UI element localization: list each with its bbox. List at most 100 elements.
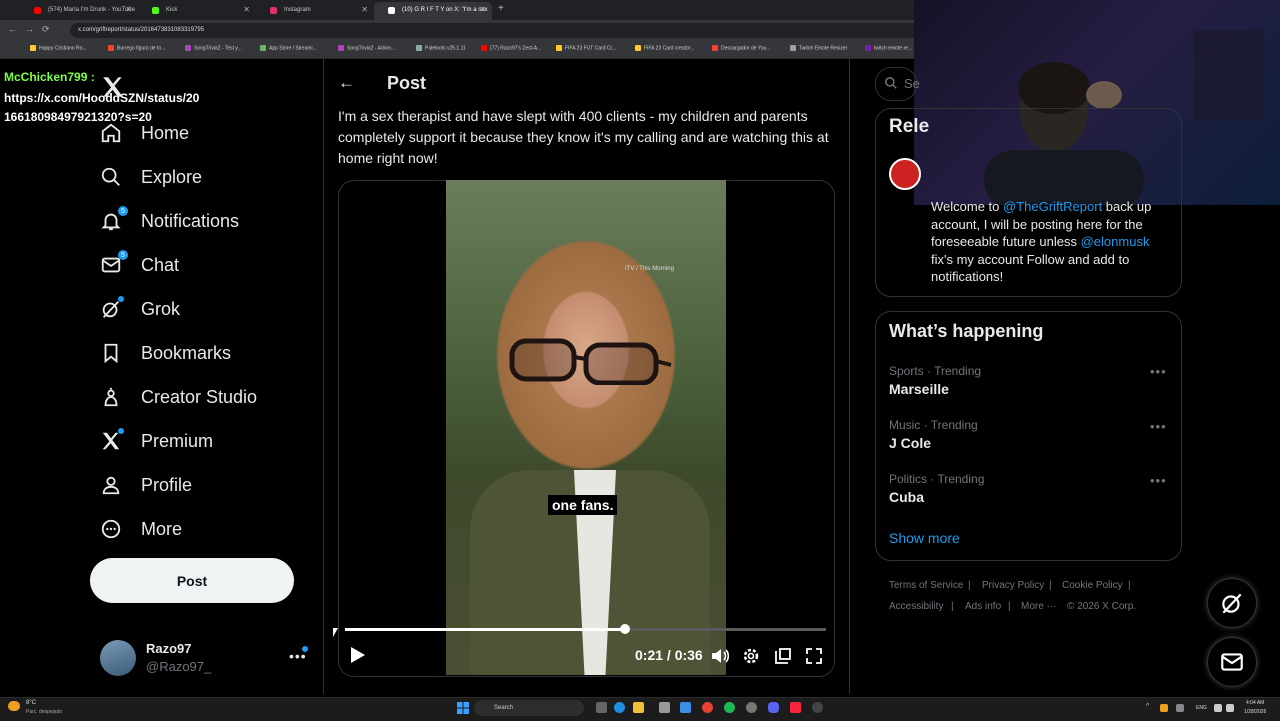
footer-link[interactable]: Terms of Service — [889, 580, 963, 591]
nav-profile[interactable]: Profile — [100, 470, 192, 500]
bookmark[interactable]: (77) Razo97's Zest-A... — [481, 45, 541, 51]
mention-link[interactable]: @elonmusk — [1081, 234, 1150, 249]
avatar[interactable] — [889, 158, 921, 190]
post-button[interactable]: Post — [90, 558, 294, 603]
footer-link[interactable]: Accessibility — [889, 601, 943, 612]
avatar[interactable] — [100, 640, 136, 676]
music-icon[interactable] — [790, 702, 801, 713]
keyboard-language[interactable]: ENG — [1196, 705, 1207, 711]
trend-name[interactable]: Marseille — [889, 381, 949, 397]
chat-badge: 5 — [118, 250, 128, 260]
weather-icon — [8, 701, 20, 711]
clock-time[interactable]: 4:04 AM — [1246, 700, 1264, 706]
back-arrow-icon[interactable]: ← — [338, 73, 355, 93]
task-view-icon[interactable] — [596, 702, 607, 713]
app-icon[interactable] — [812, 702, 823, 713]
bookmark[interactable]: FIFA 23 FUT Card Cr... — [556, 45, 616, 51]
mention-link[interactable]: @TheGriftReport — [1003, 199, 1102, 214]
spotify-icon[interactable] — [724, 702, 735, 713]
close-tab-icon[interactable]: ✕ — [125, 2, 132, 18]
close-tab-icon[interactable]: ✕ — [243, 2, 250, 18]
youtube-icon — [34, 7, 41, 14]
footer-divider: | — [1008, 601, 1011, 612]
nav-grok[interactable]: Grok — [100, 294, 180, 324]
url-field[interactable]: x.com/griftreport/status/201647383108331… — [70, 23, 920, 38]
chrome-icon[interactable] — [702, 702, 713, 713]
trend-more-icon[interactable]: ••• — [1150, 364, 1167, 379]
bookmark[interactable]: Descargador de You... — [712, 45, 770, 51]
show-more-link[interactable]: Show more — [889, 530, 960, 546]
bookmark[interactable]: Happy Cristiano Ro... — [30, 45, 87, 51]
footer-link[interactable]: Cookie Policy — [1062, 580, 1123, 591]
nav-arrows-icon[interactable]: ←→⟳ — [8, 24, 58, 35]
bookmark[interactable]: SongTrivia2 - Adivin... — [338, 45, 395, 51]
creator-icon — [100, 386, 122, 408]
browser-tab-active[interactable]: (10) G R I F T Y on X: "I'm a sex ✕ — [374, 2, 492, 20]
taskbar-search[interactable]: Search — [474, 700, 584, 716]
bookmark[interactable]: Twitch Emote Resizer — [790, 45, 847, 51]
nav-premium[interactable]: Premium — [100, 426, 213, 456]
file-explorer-icon[interactable] — [633, 702, 644, 713]
bookmark[interactable]: SongTrivia2 - Test y... — [185, 45, 242, 51]
footer-divider: | — [1049, 580, 1052, 591]
clock-date[interactable]: 1/28/2026 — [1244, 709, 1266, 715]
grok-fab-button[interactable] — [1207, 578, 1257, 628]
bookmark[interactable]: Burrego figura de to... — [108, 45, 165, 51]
bookmark[interactable]: twitch emote re... — [865, 45, 912, 51]
store-icon[interactable] — [659, 702, 670, 713]
browser-tab[interactable]: Kick ✕ — [138, 2, 256, 20]
obs-icon[interactable] — [746, 702, 757, 713]
bookmark-icon — [100, 342, 122, 364]
play-icon[interactable] — [347, 645, 367, 670]
edge-icon[interactable] — [614, 702, 625, 713]
trend-name[interactable]: Cuba — [889, 489, 924, 505]
browser-tab[interactable]: (574) María I'm Drunk - YouTube ✕ — [20, 2, 138, 20]
nav-chat[interactable]: 5 Chat — [100, 250, 179, 280]
nav-explore[interactable]: Explore — [100, 162, 202, 192]
video-progress-fill — [345, 628, 626, 631]
tray-icon[interactable] — [1160, 704, 1168, 712]
tray-chevron-icon[interactable]: ^ — [1146, 703, 1149, 710]
footer-link[interactable]: Ads info — [965, 601, 1001, 612]
nav-home[interactable]: Home — [100, 118, 189, 148]
weather-desc: Parc. despejado — [26, 709, 63, 715]
nav-creator-studio[interactable]: Creator Studio — [100, 382, 257, 412]
close-tab-icon[interactable]: ✕ — [361, 2, 368, 18]
footer-link[interactable]: Privacy Policy — [982, 580, 1044, 591]
nav-bookmarks[interactable]: Bookmarks — [100, 338, 231, 368]
x-logo-icon[interactable] — [100, 74, 126, 105]
messages-fab-button[interactable] — [1207, 637, 1257, 687]
windows-start-icon[interactable] — [457, 701, 469, 719]
volume-tray-icon[interactable] — [1226, 704, 1234, 712]
footer-divider: | — [968, 580, 971, 591]
volume-icon[interactable] — [710, 646, 730, 666]
discord-icon[interactable] — [768, 702, 779, 713]
more-circle-icon — [100, 518, 122, 540]
mail-app-icon[interactable] — [680, 702, 691, 713]
bookmark[interactable]: App Store / Streami... — [260, 45, 317, 51]
new-tab-icon[interactable]: + — [498, 3, 504, 14]
account-dot — [302, 646, 308, 652]
account-name: Razo97 — [146, 641, 192, 656]
trend-name[interactable]: J Cole — [889, 435, 931, 451]
bell-icon: 5 — [100, 206, 128, 232]
relevant-people-heading: Rele — [889, 116, 930, 137]
bookmark[interactable]: Paletools v25.1.11 — [416, 45, 466, 51]
weather-temp: 8°C — [26, 700, 37, 706]
settings-gear-icon[interactable] — [741, 646, 761, 666]
trend-more-icon[interactable]: ••• — [1150, 419, 1167, 434]
nav-notifications[interactable]: 5 Notifications — [100, 206, 239, 236]
fullscreen-icon[interactable] — [804, 646, 824, 666]
tray-icon[interactable] — [1176, 704, 1184, 712]
picture-in-picture-icon[interactable] — [773, 646, 793, 666]
nav-more[interactable]: More — [100, 514, 182, 544]
chat-username: McChicken799 : — [4, 70, 95, 84]
close-tab-icon[interactable]: ✕ — [479, 2, 486, 18]
bookmark[interactable]: FIFA 23 Card creator... — [635, 45, 694, 51]
person-icon — [100, 474, 122, 496]
mail-icon: 5 — [100, 250, 128, 276]
footer-link[interactable]: More ··· — [1021, 601, 1057, 612]
wifi-icon[interactable] — [1214, 704, 1222, 712]
trend-more-icon[interactable]: ••• — [1150, 473, 1167, 488]
browser-tab[interactable]: Instagram ✕ — [256, 2, 374, 20]
